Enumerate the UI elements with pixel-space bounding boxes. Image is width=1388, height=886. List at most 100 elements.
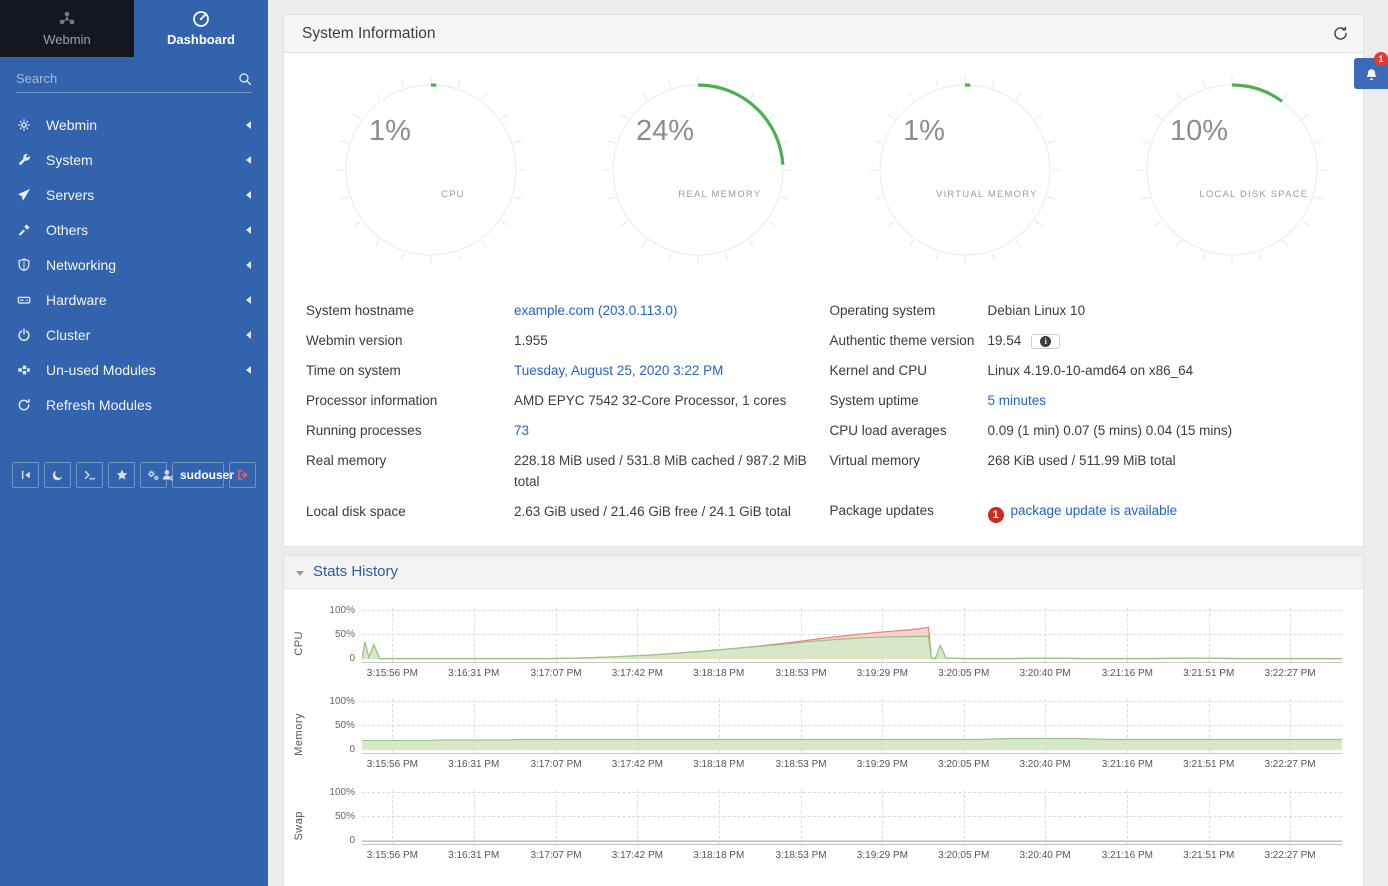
sidebar-item-label: Refresh Modules <box>46 397 152 413</box>
info-row-virtual-memory: Virtual memory268 KiB used / 511.99 MiB … <box>830 445 1344 495</box>
submenu-caret-icon <box>246 331 251 339</box>
sidebar-item-un-used-modules[interactable]: Un-used Modules <box>0 352 268 387</box>
submenu-caret-icon <box>246 226 251 234</box>
info-row-real-memory: Real memory228.18 MiB used / 531.8 MiB c… <box>306 445 820 496</box>
main-content: System Information 1% CPU 24% REAL MEMOR… <box>268 0 1388 886</box>
sidebar-item-refresh-modules[interactable]: Refresh Modules <box>0 387 268 422</box>
logout-icon <box>237 469 249 481</box>
tab-dashboard[interactable]: Dashboard <box>134 0 268 57</box>
gauge-dial <box>1137 75 1327 265</box>
y-axis-labels: 100%50%0 <box>314 696 362 774</box>
theme-info-button[interactable]: i <box>1031 334 1060 349</box>
sidebar-search <box>16 71 252 93</box>
system-information-header: System Information <box>284 15 1363 53</box>
swap-chart: Swap100%50%03:15:56 PM3:16:31 PM3:17:07 … <box>284 787 1363 865</box>
harddrive-icon <box>17 293 33 307</box>
user-button[interactable]: sudouser <box>172 462 224 488</box>
moon-icon <box>52 469 64 481</box>
sidebar-item-webmin[interactable]: Webmin <box>0 107 268 142</box>
gauge-value: 10% <box>1170 115 1228 148</box>
info-label: Authentic theme version <box>830 330 988 351</box>
page-title: System Information <box>302 25 436 43</box>
info-label: CPU load averages <box>830 420 988 441</box>
info-value: 2.63 GiB used / 21.46 GiB free / 24.1 Gi… <box>514 501 791 522</box>
info-row-kernel-and-cpu: Kernel and CPULinux 4.19.0-10-amd64 on x… <box>830 355 1344 385</box>
sidebar-item-networking[interactable]: Networking <box>0 247 268 282</box>
collapse-caret-icon <box>296 571 304 576</box>
swap-chart-label: Swap <box>284 787 314 865</box>
terminal-button[interactable] <box>76 462 103 488</box>
bell-icon <box>1364 66 1379 81</box>
info-row-webmin-version: Webmin version1.955 <box>306 325 820 355</box>
logout-button[interactable] <box>229 462 256 488</box>
sidebar-item-others[interactable]: Others <box>0 212 268 247</box>
notifications-button[interactable]: 1 <box>1354 58 1388 89</box>
refresh-button[interactable] <box>1332 25 1349 42</box>
info-label: Virtual memory <box>830 450 988 471</box>
gear-icon <box>17 118 33 132</box>
info-value[interactable]: 73 <box>514 420 529 441</box>
gauge-value: 1% <box>903 115 945 148</box>
search-icon[interactable] <box>238 72 252 86</box>
stats-history-title: Stats History <box>313 563 398 580</box>
info-row-system-uptime: System uptime5 minutes <box>830 385 1344 415</box>
user-icon <box>162 469 174 481</box>
info-column-left: System hostnameexample.com (203.0.113.0)… <box>306 295 820 528</box>
cpu-chart: CPU100%50%03:15:56 PM3:16:31 PM3:17:07 P… <box>284 605 1363 683</box>
y-axis-labels: 100%50%0 <box>314 605 362 683</box>
tab-webmin[interactable]: Webmin <box>0 0 134 57</box>
memory-chart: Memory100%50%03:15:56 PM3:16:31 PM3:17:0… <box>284 696 1363 774</box>
gauge-local-disk-space: 10% LOCAL DISK SPACE <box>1137 75 1327 265</box>
shield-icon <box>17 258 33 272</box>
info-value: 228.18 MiB used / 531.8 MiB cached / 987… <box>514 450 820 492</box>
info-label: System uptime <box>830 390 988 411</box>
info-value[interactable]: 1package update is available <box>988 500 1178 524</box>
info-row-running-processes: Running processes73 <box>306 415 820 445</box>
sidebar-item-hardware[interactable]: Hardware <box>0 282 268 317</box>
info-label: Operating system <box>830 300 988 321</box>
info-column-right: Operating systemDebian Linux 10Authentic… <box>830 295 1344 528</box>
submenu-caret-icon <box>246 156 251 164</box>
sidebar-item-label: Networking <box>46 257 116 273</box>
send-icon <box>17 188 33 202</box>
sidebar-item-cluster[interactable]: Cluster <box>0 317 268 352</box>
favorites-button[interactable] <box>108 462 135 488</box>
submenu-caret-icon <box>246 296 251 304</box>
info-value[interactable]: Tuesday, August 25, 2020 3:22 PM <box>514 360 723 381</box>
sidebar: Webmin Dashboard Webmin System Servers Othe… <box>0 0 268 886</box>
swap-chart-plot <box>362 787 1342 845</box>
cpu-chart-plot <box>362 605 1342 663</box>
sidebar-item-label: Cluster <box>46 327 90 343</box>
gauge-virtual-memory: 1% VIRTUAL MEMORY <box>870 75 1060 265</box>
gauges-row: 1% CPU 24% REAL MEMORY 1% VIRTUAL MEMORY… <box>284 53 1363 265</box>
x-axis-labels: 3:15:56 PM3:16:31 PM3:17:07 PM3:17:42 PM… <box>362 754 1342 774</box>
cpu-chart-label: CPU <box>284 605 314 683</box>
sidebar-item-servers[interactable]: Servers <box>0 177 268 212</box>
stats-history-header[interactable]: Stats History <box>284 556 1363 589</box>
info-label: Time on system <box>306 360 514 381</box>
y-axis-labels: 100%50%0 <box>314 787 362 865</box>
modules-icon <box>17 363 33 377</box>
search-input[interactable] <box>16 71 238 86</box>
info-value[interactable]: example.com (203.0.113.0) <box>514 300 677 321</box>
sidebar-item-label: Others <box>46 222 88 238</box>
info-value[interactable]: 5 minutes <box>988 390 1047 411</box>
collapse-sidebar-button[interactable] <box>12 462 39 488</box>
refresh-icon <box>1332 25 1349 42</box>
gauge-label: VIRTUAL MEMORY <box>918 189 1057 200</box>
star-icon <box>116 469 128 481</box>
webmin-logo-icon <box>58 10 76 28</box>
package-count-badge: 1 <box>988 507 1004 523</box>
night-mode-button[interactable] <box>44 462 71 488</box>
memory-chart-label: Memory <box>284 696 314 774</box>
sidebar-item-system[interactable]: System <box>0 142 268 177</box>
gauge-label: REAL MEMORY <box>651 189 790 200</box>
info-row-system-hostname: System hostnameexample.com (203.0.113.0) <box>306 295 820 325</box>
notification-count-badge: 1 <box>1374 52 1388 66</box>
sidebar-item-label: System <box>46 152 93 168</box>
gauge-value: 1% <box>369 115 411 148</box>
sidebar-item-label: Un-used Modules <box>46 362 156 378</box>
info-row-time-on-system: Time on systemTuesday, August 25, 2020 3… <box>306 355 820 385</box>
info-value: 1.955 <box>514 330 548 351</box>
info-value: Debian Linux 10 <box>988 300 1086 321</box>
